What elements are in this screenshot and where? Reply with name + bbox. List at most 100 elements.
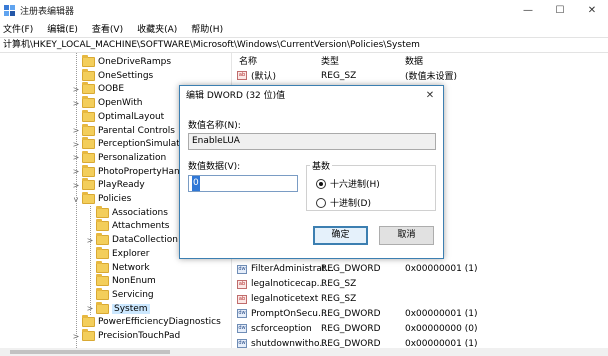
tree-item[interactable]: > Personalization — [72, 150, 167, 165]
dec-radio-dot[interactable] — [316, 197, 326, 208]
tree-item-label: Explorer — [112, 248, 150, 259]
column-name-header[interactable]: 名称 — [239, 54, 257, 67]
tree-item-label: OneDriveRamps — [98, 57, 172, 67]
value-data: 0x00000001 (1) — [405, 308, 478, 319]
title-bar: 注册表编辑器 — ☐ ✕ — [0, 0, 608, 20]
tree-guide-line — [76, 53, 77, 348]
tree-item[interactable]: OneSettings — [72, 68, 153, 83]
dword-value-icon: dw — [237, 264, 247, 274]
list-row[interactable]: dw PromptOnSecu... REG_DWORD 0x00000001 (1) — [233, 306, 608, 321]
tree-item-label: OpenWith — [98, 98, 143, 109]
list-row[interactable]: dw scforceoption REG_DWORD 0x00000000 (0) — [233, 321, 608, 336]
list-row[interactable]: dw FilterAdministrat... REG_DWORD 0x0000000… — [233, 262, 608, 277]
column-data-header[interactable]: 数据 — [405, 54, 423, 67]
menu-favorites[interactable]: 收藏夹(A) — [137, 22, 177, 35]
string-value-icon: ab — [237, 71, 247, 80]
tree-item-label: DataCollection — [112, 235, 179, 246]
folder-icon — [96, 246, 109, 259]
tree-item[interactable]: > System — [86, 301, 150, 316]
value-type: REG_SZ — [321, 294, 357, 304]
tree-item[interactable]: OptimalLayout — [72, 109, 165, 124]
string-value-icon: ab — [237, 279, 247, 289]
tree-item[interactable]: > OOBE — [72, 82, 124, 96]
base-label: 基数 — [310, 159, 333, 172]
value-name: legalnoticetext — [251, 294, 319, 304]
tree-item-label: Associations — [112, 207, 168, 218]
hex-radio[interactable]: 十六进制(H) — [316, 177, 380, 190]
column-type-header[interactable]: 类型 — [321, 54, 339, 67]
tree-item[interactable]: NonEnum — [86, 274, 156, 288]
tree-item[interactable]: OneDriveRamps — [72, 55, 171, 69]
tree-item[interactable]: Attachments — [86, 219, 169, 233]
tree-item[interactable]: Explorer — [86, 246, 150, 261]
tree-item[interactable]: PowerEfficiencyDiagnostics — [72, 315, 221, 329]
value-name-field: EnableLUA — [188, 133, 436, 150]
tree-item[interactable]: > PerceptionSimulation — [72, 137, 194, 151]
tree-item[interactable]: > DataCollection — [86, 233, 178, 247]
list-header: 名称 类型 数据 — [233, 53, 608, 67]
list-row[interactable]: ab legalnoticetext REG_SZ — [233, 292, 608, 307]
list-row[interactable]: ab (默认) REG_SZ (数值未设置) — [233, 68, 608, 83]
value-type: REG_SZ — [321, 70, 357, 81]
menu-view[interactable]: 查看(V) — [92, 22, 123, 35]
folder-icon — [82, 96, 95, 109]
value-name: legalnoticecap... — [251, 279, 326, 290]
folder-icon — [96, 301, 109, 314]
tree-item-label: OptimalLayout — [98, 111, 165, 122]
folder-icon — [96, 287, 109, 300]
tree-item-label: PowerEfficiencyDiagnostics — [98, 317, 221, 328]
tree-item[interactable]: > OpenWith — [72, 96, 142, 110]
hex-radio-dot[interactable] — [316, 178, 326, 189]
folder-icon — [82, 178, 95, 191]
dword-value-icon: dw — [237, 324, 247, 334]
dialog-close-icon[interactable]: ✕ — [423, 89, 437, 103]
tree-item-label: Personalization — [98, 152, 167, 163]
value-type: REG_DWORD — [321, 323, 381, 334]
value-type: REG_DWORD — [321, 338, 381, 348]
tree-item-label: Policies — [98, 194, 132, 204]
hex-radio-label: 十六进制(H) — [330, 180, 380, 190]
tree-item[interactable]: Associations — [86, 205, 168, 220]
list-row[interactable]: ab legalnoticecap... REG_SZ — [233, 277, 608, 292]
address-bar[interactable]: 计算机\HKEY_LOCAL_MACHINE\SOFTWARE\Microsof… — [0, 37, 608, 53]
tree-item[interactable]: Servicing — [86, 287, 154, 302]
horizontal-scrollbar[interactable] — [0, 348, 608, 356]
close-button[interactable]: ✕ — [576, 0, 608, 20]
tree-item[interactable]: > PhotoPropertyHandle — [72, 164, 194, 179]
tree-item-label: Servicing — [112, 289, 154, 300]
value-data-input[interactable]: 0 — [188, 175, 298, 192]
value-data-label: 数值数据(V): — [188, 162, 241, 172]
tree-item[interactable]: v Policies — [72, 192, 131, 206]
tree-item[interactable]: > PrecisionTouchPad — [72, 329, 180, 343]
menu-help[interactable]: 帮助(H) — [191, 22, 223, 35]
tree-item-label: System — [112, 303, 150, 314]
minimize-button[interactable]: — — [512, 0, 544, 20]
value-name: shutdownwitho... — [251, 338, 328, 348]
folder-icon — [82, 68, 95, 81]
value-type: REG_DWORD — [321, 308, 381, 319]
value-data: 0x00000000 (0) — [405, 323, 478, 334]
menu-file[interactable]: 文件(F) — [3, 22, 33, 35]
ok-button[interactable]: 确定 — [313, 226, 368, 245]
tree-item-label: NonEnum — [112, 276, 156, 287]
value-name: scforceoption — [251, 323, 312, 334]
folder-icon — [82, 82, 95, 95]
tree-item[interactable]: > Parental Controls — [72, 123, 175, 138]
menu-edit[interactable]: 编辑(E) — [47, 22, 78, 35]
tree-item-label: OOBE — [98, 84, 125, 95]
cancel-button[interactable]: 取消 — [379, 226, 434, 245]
folder-icon — [96, 233, 109, 246]
list-row[interactable]: dw shutdownwitho... REG_DWORD 0x00000001 (1… — [233, 336, 608, 348]
folder-icon — [82, 164, 95, 177]
dec-radio[interactable]: 十进制(D) — [316, 196, 371, 209]
tree-item[interactable]: Network — [86, 260, 150, 275]
value-name: (默认) — [251, 72, 277, 82]
maximize-button[interactable]: ☐ — [544, 0, 576, 20]
tree-item-label: Parental Controls — [98, 125, 175, 136]
value-data: (数值未设置) — [405, 72, 458, 82]
tree-item[interactable]: > PlayReady — [72, 178, 145, 192]
dword-value-icon: dw — [237, 309, 247, 319]
tree-guide-line — [90, 205, 91, 316]
menu-bar: 文件(F) 编辑(E) 查看(V) 收藏夹(A) 帮助(H) — [0, 20, 608, 37]
string-value-icon: ab — [237, 294, 247, 304]
